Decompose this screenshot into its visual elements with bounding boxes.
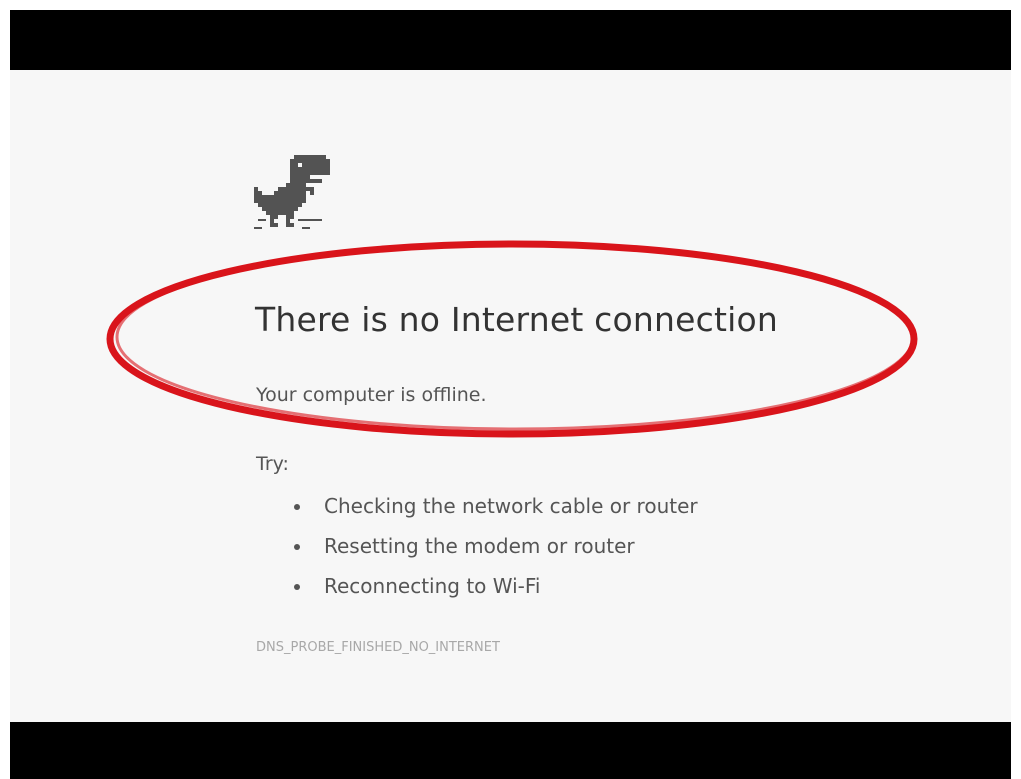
error-page xyxy=(10,70,1011,722)
suggestion-item: Checking the network cable or router xyxy=(294,488,698,528)
error-headline: There is no Internet connection xyxy=(255,300,779,339)
dinosaur-offline-icon xyxy=(254,155,330,229)
suggestion-item: Resetting the modem or router xyxy=(294,528,698,568)
error-code: DNS_PROBE_FINISHED_NO_INTERNET xyxy=(256,640,500,655)
letterbox-top xyxy=(10,10,1011,70)
try-label: Try: xyxy=(256,453,289,475)
error-subtitle: Your computer is offline. xyxy=(256,384,487,406)
suggestion-list: Checking the network cable or router Res… xyxy=(294,488,698,608)
letterbox-bottom xyxy=(10,722,1011,779)
screenshot-frame: There is no Internet connection Your com… xyxy=(0,0,1021,779)
suggestion-item: Reconnecting to Wi-Fi xyxy=(294,568,698,608)
